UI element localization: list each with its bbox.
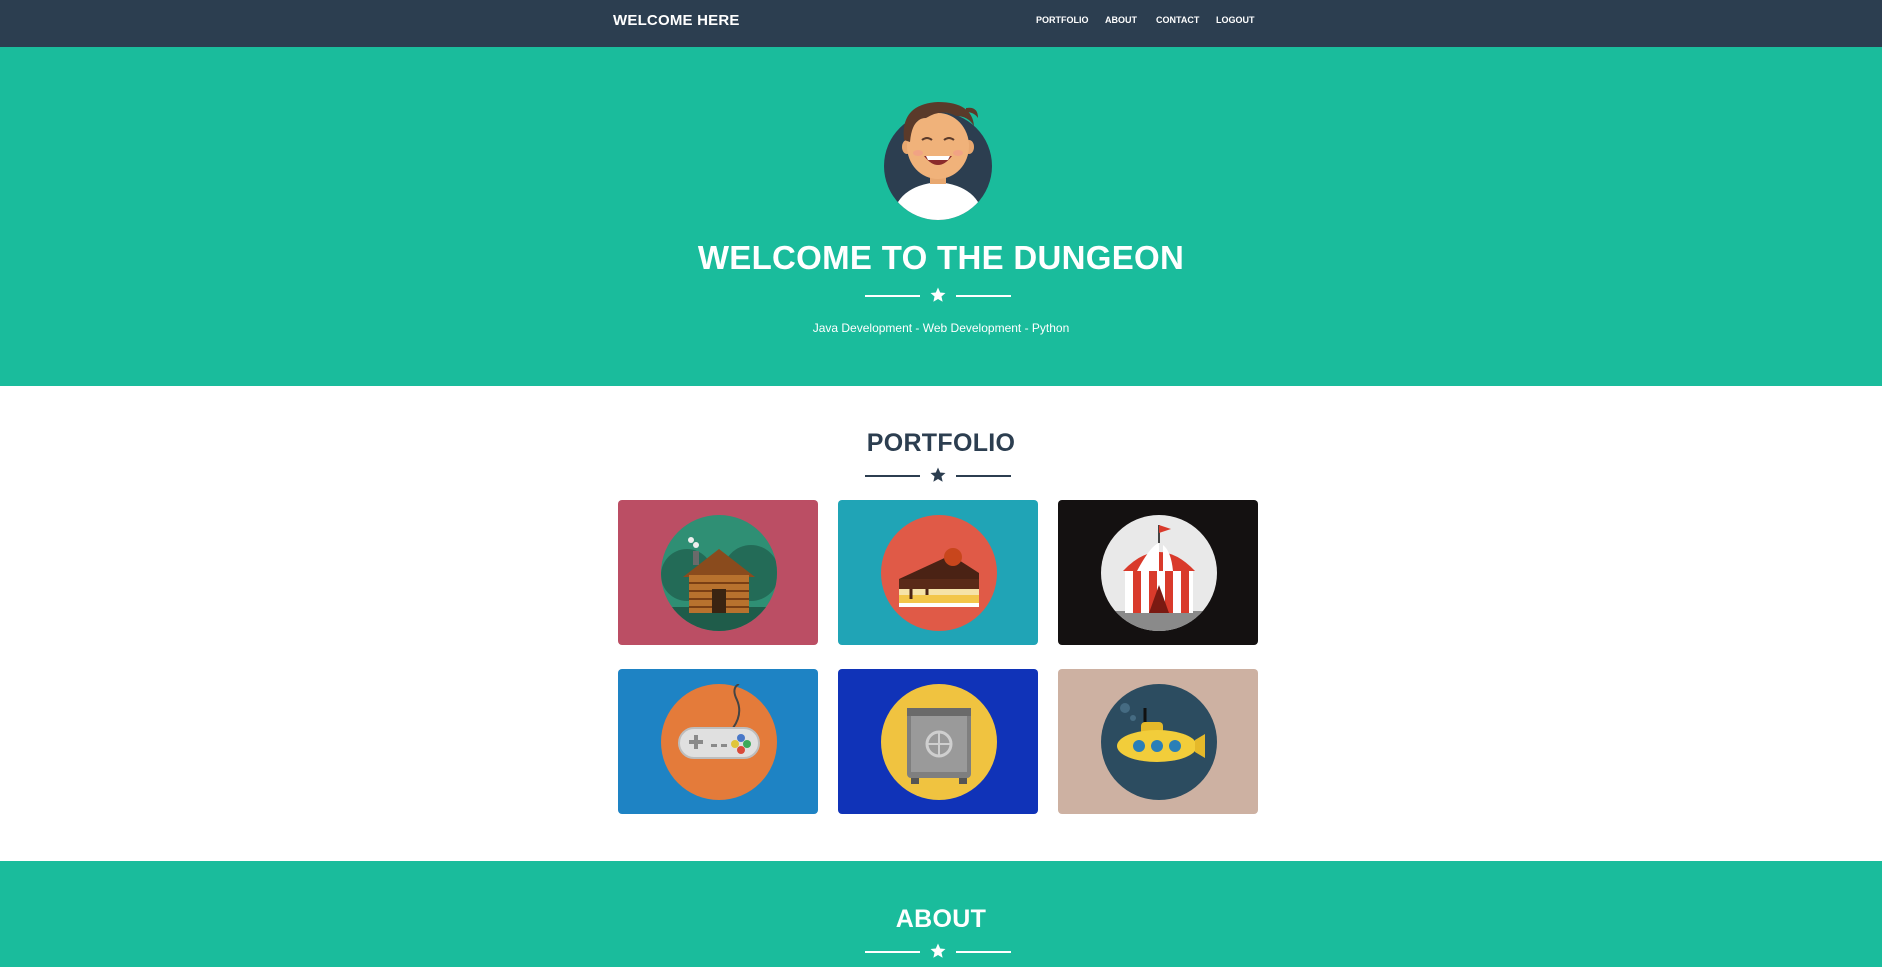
portfolio-item-cake[interactable] xyxy=(838,500,1038,645)
hero-divider xyxy=(865,286,1011,306)
star-icon xyxy=(930,943,946,958)
nav-link-about[interactable]: ABOUT xyxy=(1105,0,1137,41)
avatar-image xyxy=(884,102,992,220)
divider-line xyxy=(865,951,920,953)
circus-tent-icon xyxy=(1101,515,1217,631)
navbar: WELCOME HERE PORTFOLIO ABOUT CONTACT LOG… xyxy=(0,0,1882,47)
nav-link-contact[interactable]: CONTACT xyxy=(1156,0,1199,41)
nav-link-logout[interactable]: LOGOUT xyxy=(1216,0,1255,41)
cake-slice-icon xyxy=(881,515,997,631)
brand-link[interactable]: WELCOME HERE xyxy=(613,0,740,41)
submarine-icon xyxy=(1101,684,1217,800)
hero-title: WELCOME TO THE DUNGEON xyxy=(697,239,1185,276)
divider-line xyxy=(956,475,1011,477)
log-cabin-icon xyxy=(661,515,777,631)
portfolio-item-submarine[interactable] xyxy=(1058,669,1258,814)
game-controller-icon xyxy=(661,684,777,800)
nav-link-portfolio[interactable]: PORTFOLIO xyxy=(1036,0,1089,41)
about-divider xyxy=(865,942,1011,962)
portfolio-item-cabin[interactable] xyxy=(618,500,818,645)
portfolio-item-safe[interactable] xyxy=(838,669,1038,814)
portfolio-item-circus[interactable] xyxy=(1058,500,1258,645)
portfolio-divider xyxy=(865,466,1011,486)
hero-subtitle: Java Development - Web Development - Pyt… xyxy=(812,321,1070,335)
star-icon xyxy=(930,287,946,302)
about-title: ABOUT xyxy=(895,905,987,933)
safe-icon xyxy=(881,684,997,800)
portfolio-item-controller[interactable] xyxy=(618,669,818,814)
divider-line xyxy=(865,475,920,477)
divider-line xyxy=(865,295,920,297)
star-icon xyxy=(930,467,946,482)
divider-line xyxy=(956,295,1011,297)
divider-line xyxy=(956,951,1011,953)
portfolio-title: PORTFOLIO xyxy=(866,429,1016,457)
